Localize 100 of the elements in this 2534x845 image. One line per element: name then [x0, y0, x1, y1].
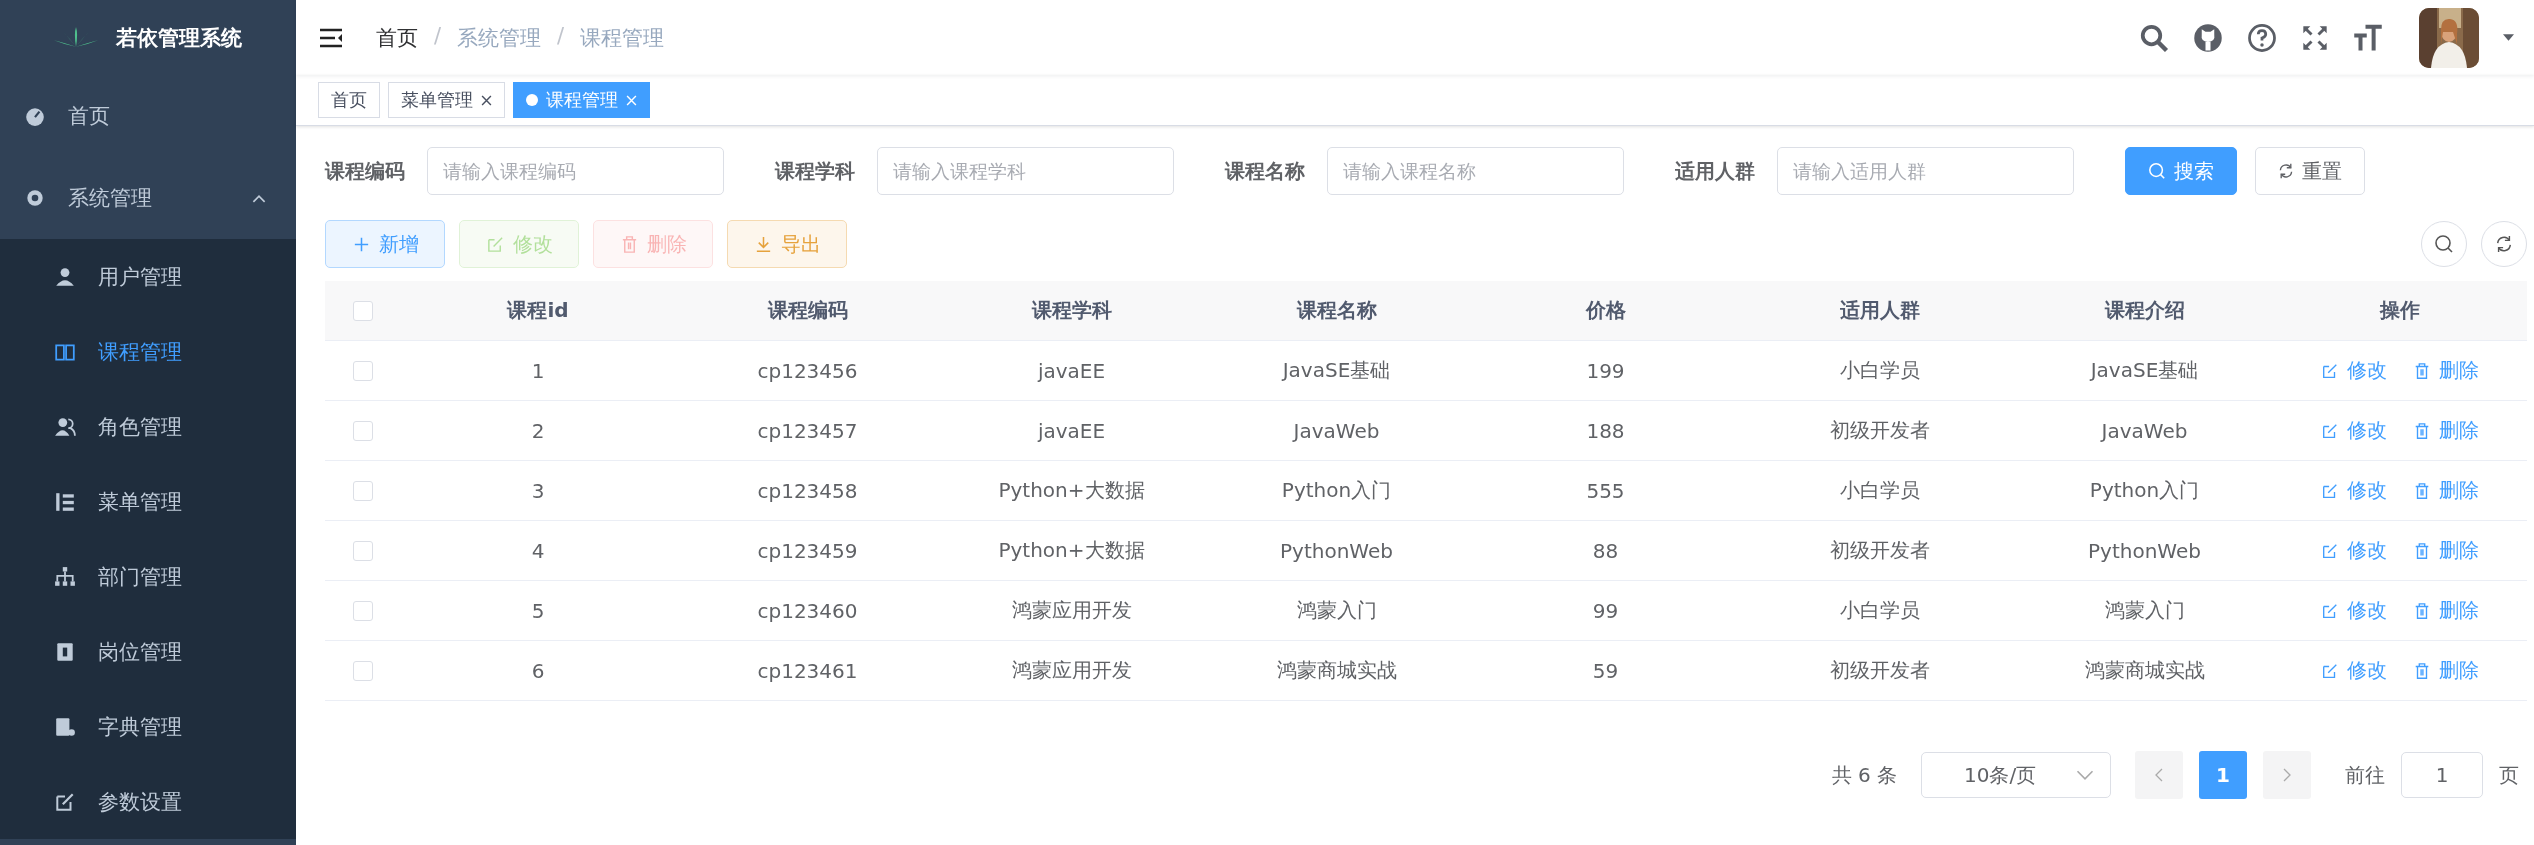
delete-link[interactable]: 删除 [2412, 537, 2479, 564]
table-cell-text: JavaSE基础 [1280, 357, 1392, 384]
edit-link[interactable]: 修改 [2320, 657, 2387, 684]
people-icon [54, 415, 76, 438]
checkbox[interactable] [352, 360, 373, 381]
refresh-button[interactable] [2481, 221, 2527, 267]
chevron-left-icon [2155, 768, 2163, 782]
column-header: 适用人群 [1838, 297, 1921, 324]
table-cell-text: Python+大数据 [997, 477, 1146, 504]
edit-link[interactable]: 修改 [2320, 537, 2387, 564]
chevron-right-icon [2283, 768, 2291, 782]
add-button[interactable]: 新增 [325, 220, 445, 268]
delete-link[interactable]: 删除 [2412, 357, 2479, 384]
table-cell-text: Python入门 [1280, 477, 1393, 504]
submenu-item[interactable]: 用户管理 [0, 239, 296, 314]
page-input[interactable]: 1 [2401, 752, 2483, 798]
chevron-icon [252, 193, 266, 203]
table-cell-text: cp123461 [756, 657, 859, 685]
delete-link[interactable]: 删除 [2412, 417, 2479, 444]
delete-link[interactable]: 删除 [2412, 597, 2479, 624]
text-size-icon[interactable] [2353, 22, 2383, 53]
tab[interactable]: 首页 [318, 82, 380, 118]
checkbox[interactable] [352, 480, 373, 501]
table-cell-text: 初级开发者 [1828, 417, 1931, 444]
menu-item[interactable]: 首页 [0, 75, 296, 157]
close-icon[interactable] [481, 94, 492, 106]
column-header: 价格 [1584, 297, 1627, 324]
column-header: 课程介绍 [2103, 297, 2186, 324]
edit-link[interactable]: 修改 [2320, 477, 2387, 504]
submenu-item[interactable]: 部门管理 [0, 539, 296, 614]
hierarchy-icon [54, 565, 76, 588]
export-button[interactable]: 导出 [727, 220, 847, 268]
edit-link[interactable]: 修改 [2320, 597, 2387, 624]
table-cell-text: JavaSE基础 [2088, 357, 2200, 384]
input-field[interactable]: 请输入适用人群 [1777, 147, 2074, 195]
refresh-icon [2495, 235, 2513, 253]
table-cell-text: 初级开发者 [1828, 657, 1931, 684]
refresh-icon [2278, 163, 2294, 179]
goto-label: 前往 [2345, 761, 2385, 789]
column-header: 操作 [2378, 297, 2421, 324]
checkbox[interactable] [352, 300, 373, 321]
checkbox[interactable] [352, 540, 373, 561]
table-cell-text: 555 [1585, 477, 1626, 505]
table-cell-text: Python+大数据 [997, 537, 1146, 564]
checkbox[interactable] [352, 420, 373, 441]
table-cell-text: 鸿蒙入门 [1295, 597, 1378, 624]
table-cell-text: 鸿蒙商城实战 [2083, 657, 2206, 684]
search-icon[interactable] [2139, 22, 2169, 53]
table-cell-text: 59 [1591, 657, 1620, 685]
table-cell-text: Python入门 [2088, 477, 2201, 504]
submenu-item[interactable]: 菜单管理 [0, 464, 296, 539]
table-cell-text: 鸿蒙商城实战 [1275, 657, 1398, 684]
list-icon [54, 490, 76, 513]
edit-icon [485, 234, 505, 254]
tab[interactable]: 课程管理 [513, 82, 650, 118]
edit-link[interactable]: 修改 [2320, 357, 2387, 384]
search-button[interactable]: 搜索 [2125, 147, 2237, 195]
breadcrumb-separator: / [434, 23, 442, 50]
caret-icon[interactable] [2503, 34, 2514, 41]
cat-logo-icon[interactable] [2193, 22, 2223, 53]
table-cell-text: JavaWeb [1291, 417, 1381, 445]
checkbox[interactable] [352, 660, 373, 681]
page-suffix: 页 [2499, 761, 2519, 789]
breadcrumb-separator: / [557, 23, 565, 50]
tab[interactable]: 菜单管理 [388, 82, 505, 118]
input-field[interactable]: 请输入课程学科 [877, 147, 1174, 195]
table-cell-text: 鸿蒙应用开发 [1010, 597, 1133, 624]
settings-icon [24, 187, 46, 209]
delete-link[interactable]: 删除 [2412, 477, 2479, 504]
search-toggle-button[interactable] [2421, 221, 2467, 267]
breadcrumb-item[interactable]: 系统管理 [457, 23, 542, 52]
submenu-item[interactable]: 岗位管理 [0, 614, 296, 689]
submenu-item[interactable]: 课程管理 [0, 314, 296, 389]
page-button[interactable]: 1 [2199, 751, 2247, 799]
edit-link[interactable]: 修改 [2320, 417, 2387, 444]
help-icon[interactable] [2247, 22, 2277, 53]
table-cell-text: 1 [530, 357, 546, 385]
table-cell-text: 初级开发者 [1828, 537, 1931, 564]
table-cell-text: 小白学员 [1838, 477, 1921, 504]
checkbox[interactable] [352, 600, 373, 621]
table-cell-text: 小白学员 [1838, 597, 1921, 624]
table-cell-text: 2 [530, 417, 546, 445]
delete-link[interactable]: 删除 [2412, 657, 2479, 684]
submenu-item[interactable]: 字典管理 [0, 689, 296, 764]
breadcrumb-item[interactable]: 首页 [376, 23, 418, 52]
column-header: 课程id [505, 297, 570, 324]
input-field[interactable]: 请输入课程名称 [1327, 147, 1624, 195]
submenu-item[interactable]: 参数设置 [0, 764, 296, 839]
table-cell-text: javaEE [1036, 417, 1107, 445]
table-cell-text: cp123459 [756, 537, 859, 565]
menu-icon[interactable] [318, 27, 344, 48]
fullscreen-icon[interactable] [2301, 23, 2329, 52]
table-cell-text: cp123456 [756, 357, 859, 385]
app-title: 若依管理系统 [116, 24, 242, 52]
reset-button[interactable]: 重置 [2255, 147, 2365, 195]
menu-item[interactable]: 系统管理 [0, 157, 296, 239]
page-size-select[interactable]: 10条/页 [1921, 752, 2111, 798]
submenu-item[interactable]: 角色管理 [0, 389, 296, 464]
column-header: 课程编码 [766, 297, 849, 324]
input-field[interactable]: 请输入课程编码 [427, 147, 724, 195]
